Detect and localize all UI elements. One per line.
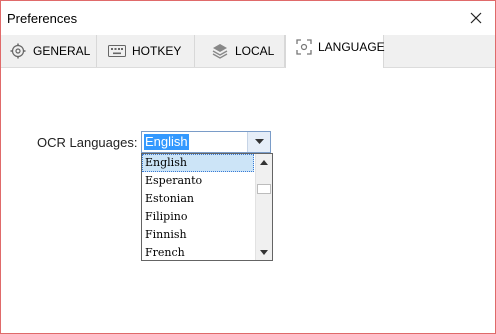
list-scrollbar[interactable]: [255, 154, 272, 260]
layers-icon: [211, 42, 229, 60]
tab-general[interactable]: GENERAL: [1, 35, 97, 67]
language-options: English Esperanto Estonian Filipino Finn…: [142, 154, 254, 260]
tab-hotkey[interactable]: HOTKEY: [97, 35, 195, 67]
list-item-filipino[interactable]: Filipino: [142, 208, 254, 226]
ocr-language-selected-value[interactable]: English: [144, 134, 189, 150]
list-item-esperanto[interactable]: Esperanto: [142, 172, 254, 190]
list-item-english[interactable]: English: [142, 154, 254, 172]
preferences-window: Preferences GENERAL HOTKEY LOCAL LANGUAG…: [0, 0, 496, 334]
ocr-language-dropdown-list[interactable]: English Esperanto Estonian Filipino Finn…: [141, 153, 273, 261]
tab-hotkey-label: HOTKEY: [132, 44, 182, 58]
keyboard-icon: [108, 42, 126, 60]
scan-frame-icon: [296, 38, 312, 56]
chevron-down-icon: [254, 139, 264, 144]
list-item-finnish[interactable]: Finnish: [142, 226, 254, 244]
list-item-french[interactable]: French: [142, 244, 254, 260]
tab-local[interactable]: LOCAL: [195, 35, 285, 67]
gear-icon: [9, 42, 27, 60]
dropdown-button[interactable]: [247, 132, 270, 152]
list-item-estonian[interactable]: Estonian: [142, 190, 254, 208]
scrollbar-thumb[interactable]: [257, 184, 271, 194]
scroll-down-icon[interactable]: [256, 244, 272, 260]
tab-language[interactable]: LANGUAGE: [285, 35, 385, 68]
window-title: Preferences: [7, 11, 78, 26]
tab-language-label: LANGUAGE: [318, 39, 385, 54]
tab-bar: GENERAL HOTKEY LOCAL LANGUAGE: [1, 35, 495, 68]
scroll-up-icon[interactable]: [256, 154, 272, 170]
title-bar: Preferences: [1, 1, 495, 35]
ocr-languages-label: OCR Languages:: [37, 135, 138, 150]
tab-local-label: LOCAL: [235, 44, 275, 58]
close-icon[interactable]: [465, 7, 487, 29]
tab-general-label: GENERAL: [33, 44, 91, 58]
ocr-language-select[interactable]: English: [141, 131, 271, 153]
